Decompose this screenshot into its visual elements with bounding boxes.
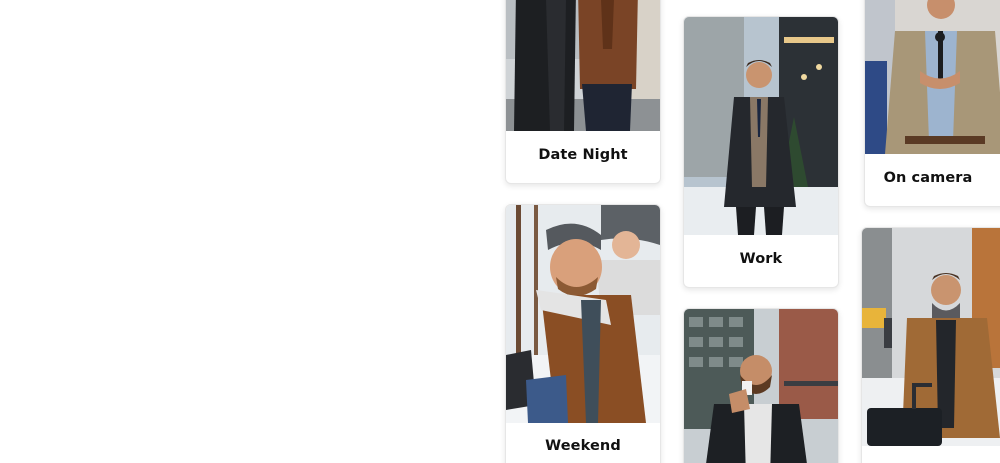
work-photo	[684, 17, 838, 235]
occasion-card-work[interactable]: Work	[683, 16, 839, 288]
coffee-photo	[684, 309, 838, 463]
occasion-card-date-night[interactable]: Date Night	[505, 0, 661, 184]
card-label-date-night: Date Night	[538, 147, 628, 163]
on-camera-photo	[865, 0, 1000, 154]
card-label-weekend: Weekend	[545, 438, 621, 454]
date-night-photo	[506, 0, 660, 131]
card-label-work: Work	[739, 251, 783, 267]
occasion-card-on-camera[interactable]: On camera	[864, 0, 1000, 207]
lookbook-grid: Date Night Work On camera Weekend	[0, 0, 1000, 463]
occasion-card-weekend[interactable]: Weekend	[505, 204, 661, 463]
occasion-card-coffee[interactable]	[683, 308, 839, 463]
travel-photo	[862, 228, 1000, 446]
weekend-photo	[506, 205, 660, 423]
card-label-on-camera: On camera	[883, 170, 973, 186]
occasion-card-travel[interactable]	[861, 227, 1000, 463]
